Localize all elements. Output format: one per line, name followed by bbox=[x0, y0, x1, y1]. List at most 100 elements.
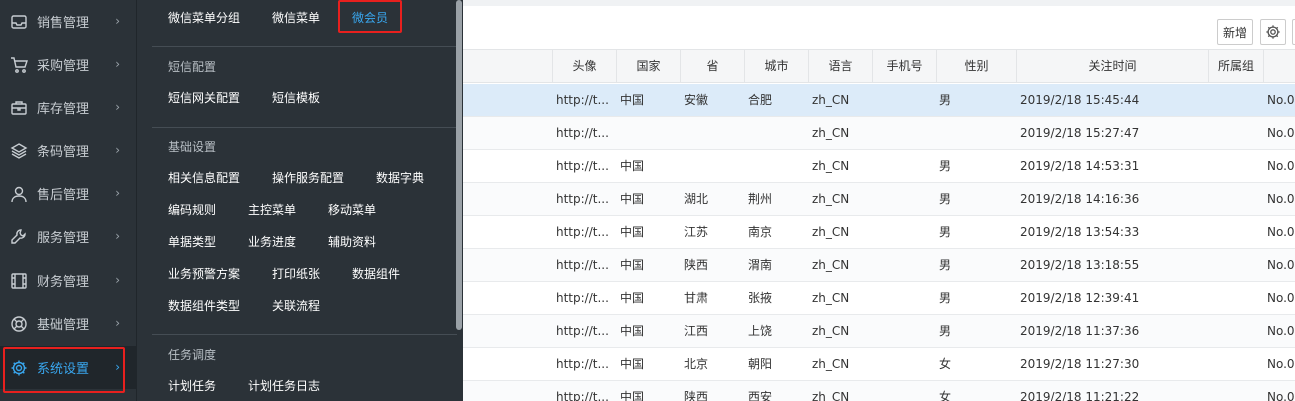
sidebar-item-purchase[interactable]: 采购管理 › bbox=[0, 43, 136, 86]
cell-city: 西安 bbox=[748, 390, 773, 401]
table-row[interactable]: http://t... zh_CN 2019/2/18 15:27:47 No.00 bbox=[463, 117, 1295, 150]
settings-button[interactable] bbox=[1260, 19, 1286, 45]
column-header-province[interactable]: 省 bbox=[680, 50, 744, 83]
flyout-scrollbar[interactable] bbox=[456, 0, 462, 330]
cell-phone bbox=[876, 282, 934, 314]
menu-operation-service[interactable]: 操作服务配置 bbox=[272, 169, 344, 186]
menu-document-type[interactable]: 单据类型 bbox=[168, 233, 216, 250]
cell-language: zh_CN bbox=[812, 291, 850, 305]
section-title-basic: 基础设置 bbox=[168, 140, 217, 154]
table-row[interactable]: http://t... 中国 安徽 合肥 zh_CN 男 2019/2/18 15:45:4… bbox=[463, 84, 1295, 117]
cell-city: 荆州 bbox=[748, 192, 773, 206]
menu-main-menu[interactable]: 主控菜单 bbox=[248, 201, 296, 218]
table-row[interactable]: http://t... 中国 北京 朝阳 zh_CN 女 2019/2/18 11:27:3… bbox=[463, 348, 1295, 381]
table-row[interactable]: http://t... 中国 湖北 荆州 zh_CN 男 2019/2/18 14:16:3… bbox=[463, 183, 1295, 216]
cell-phone bbox=[876, 216, 934, 248]
cart-icon bbox=[10, 56, 28, 74]
cell-phone bbox=[876, 84, 934, 116]
menu-related-info[interactable]: 相关信息配置 bbox=[168, 169, 240, 186]
cell-group: No.00 bbox=[1267, 390, 1295, 401]
sidebar-item-system-settings[interactable]: 系统设置 › bbox=[0, 346, 136, 389]
cell-group: No.00 bbox=[1267, 93, 1295, 107]
cell-city bbox=[748, 117, 806, 149]
menu-data-component[interactable]: 数据组件 bbox=[352, 265, 400, 282]
cell-language: zh_CN bbox=[812, 258, 850, 272]
menu-wechat-menu[interactable]: 微信菜单 bbox=[272, 9, 320, 26]
cell-follow-time: 2019/2/18 14:53:31 bbox=[1020, 159, 1140, 173]
cell-avatar: http://t... bbox=[556, 324, 609, 338]
table-row[interactable]: http://t... 中国 江西 上饶 zh_CN 男 2019/2/18 11:37:3… bbox=[463, 315, 1295, 348]
system-settings-flyout: 微信菜单分组 微信菜单 微会员 短信配置 短信网关配置 短信模板 基础设置 相关… bbox=[136, 0, 463, 401]
menu-alert-scheme[interactable]: 业务预警方案 bbox=[168, 265, 240, 282]
column-header-city[interactable]: 城市 bbox=[744, 50, 808, 83]
menu-sms-gateway[interactable]: 短信网关配置 bbox=[168, 89, 240, 106]
cell-province: 湖北 bbox=[684, 192, 709, 206]
cell-avatar: http://t... bbox=[556, 225, 609, 239]
sidebar-item-inventory[interactable]: 库存管理 › bbox=[0, 86, 136, 129]
cell-phone bbox=[876, 315, 934, 347]
cell-city: 上饶 bbox=[748, 324, 773, 338]
menu-wechat-menu-group[interactable]: 微信菜单分组 bbox=[168, 9, 240, 26]
chevron-right-icon: › bbox=[115, 143, 120, 157]
menu-auxiliary-data[interactable]: 辅助资料 bbox=[328, 233, 376, 250]
menu-related-flow[interactable]: 关联流程 bbox=[272, 297, 320, 314]
section-title-sms: 短信配置 bbox=[168, 60, 217, 74]
cell-follow-time: 2019/2/18 14:16:36 bbox=[1020, 192, 1140, 206]
sidebar-item-finance[interactable]: 财务管理 › bbox=[0, 259, 136, 302]
column-header-group[interactable]: 所属组 bbox=[1208, 50, 1263, 83]
cell-avatar: http://t... bbox=[556, 192, 609, 206]
cell-gender: 男 bbox=[939, 159, 952, 173]
column-header-country[interactable]: 国家 bbox=[616, 50, 680, 83]
cell-follow-time: 2019/2/18 13:18:55 bbox=[1020, 258, 1140, 272]
gear-icon bbox=[1265, 24, 1281, 40]
sidebar-item-aftersales[interactable]: 售后管理 › bbox=[0, 172, 136, 215]
add-button[interactable]: 新增 bbox=[1217, 19, 1253, 45]
sidebar-item-sales[interactable]: 销售管理 › bbox=[0, 0, 136, 43]
sidebar-item-barcode[interactable]: 条码管理 › bbox=[0, 129, 136, 172]
table-row[interactable]: http://t... 中国 陕西 西安 zh_CN 女 2019/2/18 11:21:2… bbox=[463, 381, 1295, 401]
cell-country: 中国 bbox=[620, 93, 645, 107]
cell-group: No.00 bbox=[1267, 159, 1295, 173]
menu-data-dictionary[interactable]: 数据字典 bbox=[376, 169, 424, 186]
menu-business-progress[interactable]: 业务进度 bbox=[248, 233, 296, 250]
menu-sms-template[interactable]: 短信模板 bbox=[272, 89, 320, 106]
table-row[interactable]: http://t... 中国 zh_CN 男 2019/2/18 14:53:31 No.… bbox=[463, 150, 1295, 183]
column-header-follow-time[interactable]: 关注时间 bbox=[1016, 50, 1208, 83]
sidebar-item-label: 采购管理 bbox=[37, 59, 90, 74]
chevron-right-icon: › bbox=[115, 229, 120, 243]
column-header-language[interactable]: 语言 bbox=[808, 50, 872, 83]
table-header: 头像 国家 省 城市 语言 手机号 性别 关注时间 所属组 bbox=[463, 49, 1295, 83]
cell-country: 中国 bbox=[620, 225, 645, 239]
cell-language: zh_CN bbox=[812, 192, 850, 206]
divider bbox=[152, 127, 457, 128]
column-header-gender[interactable]: 性别 bbox=[936, 50, 1016, 83]
menu-scheduled-tasks[interactable]: 计划任务 bbox=[168, 377, 216, 394]
cell-province: 江西 bbox=[684, 324, 709, 338]
chevron-right-icon: › bbox=[115, 360, 120, 374]
cell-city bbox=[748, 150, 806, 182]
menu-wechat-member[interactable]: 微会员 bbox=[352, 9, 388, 26]
cell-gender: 女 bbox=[939, 357, 952, 371]
sidebar-item-service[interactable]: 服务管理 › bbox=[0, 215, 136, 258]
table-row[interactable]: http://t... 中国 江苏 南京 zh_CN 男 2019/2/18 13:54:3… bbox=[463, 216, 1295, 249]
cell-phone bbox=[876, 348, 934, 380]
cell-city: 朝阳 bbox=[748, 357, 773, 371]
table-row[interactable]: http://t... 中国 陕西 渭南 zh_CN 男 2019/2/18 13:18:5… bbox=[463, 249, 1295, 282]
cell-group: No.00 bbox=[1267, 225, 1295, 239]
menu-print-paper[interactable]: 打印纸张 bbox=[272, 265, 320, 282]
cell-avatar: http://t... bbox=[556, 357, 609, 371]
sidebar-item-label: 售后管理 bbox=[37, 188, 90, 203]
sidebar-item-basic[interactable]: 基础管理 › bbox=[0, 302, 136, 345]
menu-code-rules[interactable]: 编码规则 bbox=[168, 201, 216, 218]
main-content: 新增 头像 国家 省 城市 语言 手机号 性别 关注时间 所属组 http://… bbox=[463, 0, 1295, 401]
menu-mobile-menu[interactable]: 移动菜单 bbox=[328, 201, 376, 218]
menu-scheduled-task-log[interactable]: 计划任务日志 bbox=[248, 377, 320, 394]
cell-country: 中国 bbox=[620, 258, 645, 272]
table-row[interactable]: http://t... 中国 甘肃 张掖 zh_CN 男 2019/2/18 12:39:4… bbox=[463, 282, 1295, 315]
column-header-phone[interactable]: 手机号 bbox=[872, 50, 936, 83]
menu-data-component-type[interactable]: 数据组件类型 bbox=[168, 297, 240, 314]
cell-follow-time: 2019/2/18 15:45:44 bbox=[1020, 93, 1140, 107]
lifebuoy-icon bbox=[10, 315, 28, 333]
sidebar-item-label: 财务管理 bbox=[37, 275, 90, 290]
column-header-avatar[interactable]: 头像 bbox=[552, 50, 616, 83]
